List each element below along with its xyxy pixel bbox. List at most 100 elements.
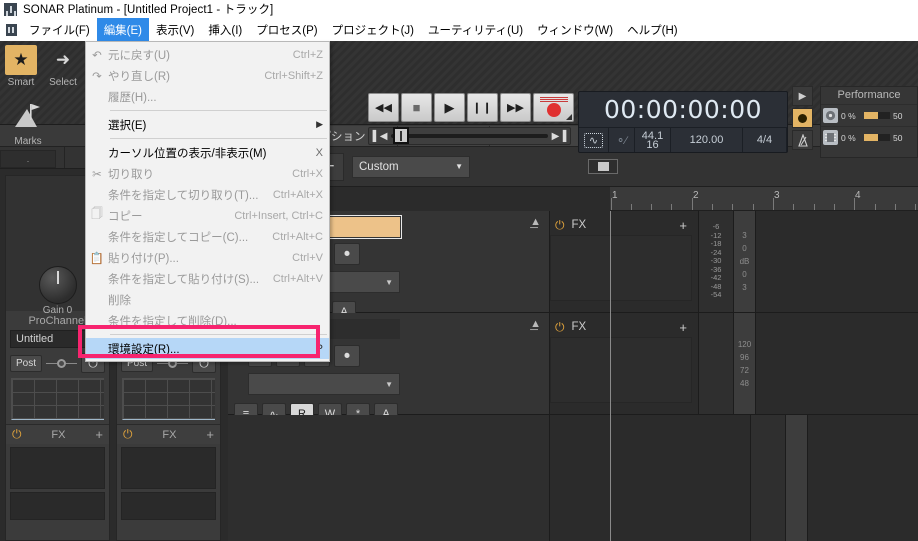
scrub-track[interactable]: [391, 127, 548, 144]
menu-file[interactable]: ファイル(F): [22, 18, 97, 41]
sample-rate-bottom: 16: [646, 138, 659, 151]
menu-item-copy[interactable]: 🗍 コピー Ctrl+Insert, Ctrl+C: [86, 205, 329, 226]
menu-item-undo[interactable]: ↶ 元に戻す(U) Ctrl+Z: [86, 44, 329, 65]
menu-item-cut-special[interactable]: 条件を指定して切り取り(T)... Ctrl+Alt+X: [86, 184, 329, 205]
track-2-clip-lane[interactable]: [756, 313, 918, 414]
track-2-fx-rack[interactable]: [550, 337, 692, 403]
marks-field[interactable]: .: [0, 150, 56, 168]
track-2-fx-add[interactable]: +: [679, 320, 687, 335]
menu-item-paste[interactable]: 📋 貼り付け(P)... Ctrl+V: [86, 247, 329, 268]
menu-item-preferences[interactable]: 環境設定(R)... P: [86, 338, 329, 359]
eq-graph-1[interactable]: [11, 378, 104, 420]
db-tick: 0: [742, 270, 747, 279]
fast-forward-button[interactable]: ▶▶: [500, 93, 531, 122]
menu-item-delete-special-label: 条件を指定して削除(D)...: [108, 315, 237, 328]
tempo-display[interactable]: 120.00: [671, 128, 743, 152]
menu-view[interactable]: 表示(V): [149, 18, 201, 41]
menu-item-delete[interactable]: 削除: [86, 289, 329, 310]
menu-item-toggle-cursor[interactable]: カーソル位置の表示/非表示(M) X: [86, 142, 329, 163]
menu-utility[interactable]: ユーティリティ(U): [421, 18, 530, 41]
collapse-icon[interactable]: ▲ ─: [530, 217, 541, 234]
menu-item-history[interactable]: 履歴(H)...: [86, 86, 329, 107]
menu-insert[interactable]: 挿入(I): [201, 18, 249, 41]
tool-select[interactable]: ➜ Select: [42, 41, 84, 96]
go-to-start-icon[interactable]: ▌◀: [369, 131, 391, 142]
gain-knob[interactable]: [38, 266, 77, 304]
marker-flag-icon[interactable]: [0, 96, 56, 136]
tool-smart[interactable]: ★ Smart: [0, 41, 42, 96]
menu-project[interactable]: プロジェクト(J): [325, 18, 421, 41]
track-1-clip-lane[interactable]: [756, 211, 918, 312]
fx-rack-2[interactable]: [121, 447, 216, 489]
scrub-handle[interactable]: [393, 127, 409, 144]
power-icon[interactable]: ⏻: [555, 218, 565, 233]
chevron-down-icon: ▼: [385, 379, 393, 389]
menu-item-paste-special[interactable]: 条件を指定して貼り付け(S)... Ctrl+Alt+V: [86, 268, 329, 289]
timeline-ruler[interactable]: 1 2 3 4: [610, 187, 918, 211]
menu-window[interactable]: ウィンドウ(W): [530, 18, 620, 41]
empty-clip-lane[interactable]: [808, 415, 918, 541]
collapse-icon[interactable]: ▲ ─: [530, 319, 541, 336]
menu-item-redo[interactable]: ↷ やり直し(R) Ctrl+Shift+Z: [86, 65, 329, 86]
record-dot-button[interactable]: [792, 108, 813, 128]
rewind-button[interactable]: ◀◀: [368, 93, 399, 122]
menu-item-preferences-shortcut: P: [315, 342, 323, 355]
metronome-icon[interactable]: [792, 130, 813, 150]
time-signature-display[interactable]: 4/4: [743, 128, 787, 152]
scrub-bar[interactable]: ▌◀ ▶▐: [368, 127, 571, 145]
performance-module: Performance 0 % 50 0 % 50: [820, 86, 918, 158]
menu-item-delete-special[interactable]: 条件を指定して削除(D)...: [86, 310, 329, 331]
menu-edit[interactable]: 編集(E): [96, 18, 150, 41]
power-icon[interactable]: ⏻: [12, 427, 22, 442]
pause-button[interactable]: ❙❙: [467, 93, 498, 122]
db-tick: dB: [739, 257, 750, 266]
ruler-label-2: 2: [693, 190, 699, 201]
menu-item-copy-special[interactable]: 条件を指定してコピー(C)... Ctrl+Alt+C: [86, 226, 329, 247]
chevron-down-icon: ▼: [385, 277, 393, 287]
add-fx-button-1[interactable]: +: [95, 427, 103, 442]
sample-rate-display[interactable]: 44.1 16: [635, 128, 671, 152]
scroll-thumb[interactable]: [588, 159, 618, 174]
transport-buttons: ◀◀ ■ ▶ ❙❙ ▶▶: [368, 93, 574, 122]
track-1-fx-add[interactable]: +: [679, 218, 687, 233]
audio-engine-icon[interactable]: ⚬∕: [609, 128, 635, 152]
play-arrow-button[interactable]: ▶: [792, 86, 813, 106]
menu-separator: [110, 138, 327, 139]
tools-module: ★ Smart ➜ Select: [0, 41, 86, 96]
stop-button[interactable]: ■: [401, 93, 432, 122]
add-fx-button-2[interactable]: +: [206, 427, 214, 442]
track-1-input-echo[interactable]: ⏺: [334, 243, 360, 265]
menu-item-cut[interactable]: ✂ 切り取り Ctrl+X: [86, 163, 329, 184]
track-1-fx-rack[interactable]: [550, 235, 692, 301]
eq-graph-2[interactable]: [122, 378, 215, 420]
menu-process[interactable]: プロセス(P): [249, 18, 324, 41]
post-button-1[interactable]: Post: [10, 354, 43, 372]
marks-label: Marks: [14, 136, 42, 147]
routing-line-1: [46, 358, 78, 368]
play-button[interactable]: ▶: [434, 93, 465, 122]
track-view-preset-combo[interactable]: Custom ▼: [352, 155, 470, 178]
time-module: 00:00:00:00 ∿ ⚬∕ 44.1 16 120.00 4/4: [578, 91, 788, 153]
fx-header-2: ⏻ FX +: [117, 424, 220, 444]
menu-item-copy-label: コピー: [108, 210, 143, 223]
record-button[interactable]: [533, 93, 574, 122]
track-2-input-echo[interactable]: ⏺: [334, 345, 360, 367]
go-to-end-icon[interactable]: ▶▐: [548, 131, 570, 142]
cpu-value: 0 %: [841, 132, 856, 143]
time-display[interactable]: 00:00:00:00: [579, 92, 787, 128]
db-tick: 3: [742, 283, 747, 292]
menu-help[interactable]: ヘルプ(H): [620, 18, 684, 41]
fx-rack-1[interactable]: [10, 447, 105, 489]
channel-1-gain[interactable]: Gain 0: [38, 266, 77, 316]
power-icon[interactable]: ⏻: [555, 320, 565, 335]
loop-icon[interactable]: ∿: [579, 128, 609, 152]
ruler-label-3: 3: [774, 190, 780, 201]
fx-rack-1b[interactable]: [10, 492, 105, 520]
fx-rack-2b[interactable]: [121, 492, 216, 520]
track-2-output-combo[interactable]: ▼: [248, 373, 400, 395]
power-icon[interactable]: ⏻: [123, 427, 133, 442]
menu-item-select[interactable]: 選択(E) ▶: [86, 114, 329, 135]
system-menu-icon[interactable]: [0, 18, 22, 41]
empty-track-area[interactable]: [228, 415, 918, 541]
tool-smart-label: Smart: [7, 77, 35, 88]
